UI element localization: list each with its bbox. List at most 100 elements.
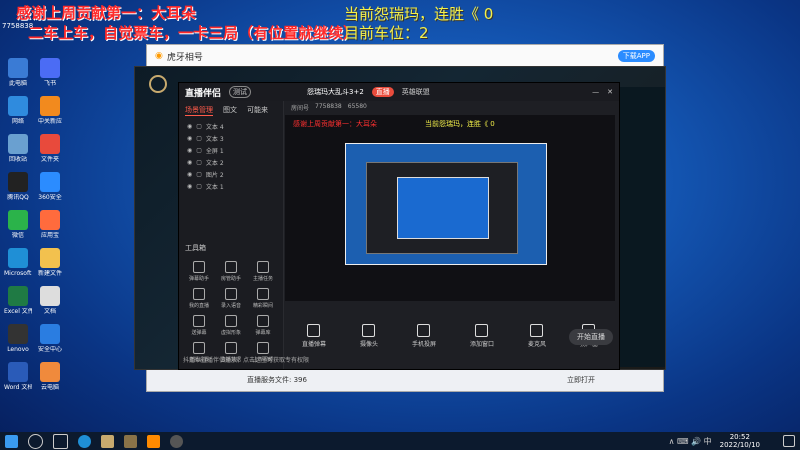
app-icon <box>8 172 28 192</box>
bottom-tool-button[interactable]: 麦克风 <box>528 324 546 348</box>
layer-label: 文本 3 <box>205 135 224 143</box>
desktop-icon-label: 360安全 <box>38 194 62 201</box>
layer-item[interactable]: ◉ ▢ 图片 2 <box>179 168 283 180</box>
app-icon <box>8 248 28 268</box>
tool-button[interactable]: 录入语音 <box>215 288 247 309</box>
tool-button[interactable]: 主播任务 <box>247 261 279 282</box>
bottom-tool-button[interactable]: 手机投屏 <box>412 324 436 348</box>
app-icon <box>40 248 60 268</box>
category-tag[interactable]: 英雄联盟 <box>402 87 430 97</box>
tool-label: 弹幕库 <box>255 330 271 336</box>
bottom-tool-button[interactable]: 摄像头 <box>360 324 378 348</box>
tool-button[interactable]: 弹幕助手 <box>183 261 215 282</box>
eye-icon[interactable]: ◉ <box>187 135 192 142</box>
layer-label: 文本 1 <box>205 183 224 191</box>
minimize-icon[interactable]: — <box>592 88 599 96</box>
desktop-icon[interactable]: 360安全 <box>36 172 64 201</box>
desktop-icon[interactable]: 回收站 <box>4 134 32 163</box>
stream-preview[interactable]: 感谢上周贡献第一：大耳朵 当前怨瑞玛，连胜《 0 <box>285 115 615 301</box>
bottom-toolbar: 直播弹幕摄像头手机投屏添加窗口麦克风扬声器 <box>285 321 615 351</box>
browser-footer: 直播服务文件: 396 立即打开 <box>247 375 595 385</box>
layer-type-icon: ▢ <box>196 158 202 166</box>
desktop-icon[interactable]: 文件夹 <box>36 134 64 163</box>
thanks-banner: 感谢上周贡献第一：大耳朵 <box>16 4 197 22</box>
task-view-icon[interactable] <box>53 433 68 449</box>
tool-icon <box>257 288 269 300</box>
desktop-icon-label: Lenovo <box>7 346 29 353</box>
start-live-button[interactable]: 开始直播 <box>569 329 613 345</box>
tool-button[interactable]: 房管助手 <box>215 261 247 282</box>
desktop-icon[interactable]: 云电脑 <box>36 362 64 391</box>
desktop-icon[interactable]: Excel 文件 <box>4 286 32 315</box>
eye-icon[interactable]: ◉ <box>187 123 192 130</box>
room-label: 房间号 <box>291 105 310 112</box>
sidebar-tab[interactable]: 可能来 <box>247 105 268 116</box>
desktop-icon[interactable]: 安全中心 <box>36 324 64 353</box>
streak-banner: 当前怨瑞玛，连胜《 0 <box>344 5 494 23</box>
tool-icon <box>225 315 237 327</box>
desktop-icon[interactable]: 文档 <box>36 286 64 315</box>
desktop-icon[interactable]: Microsoft Edge <box>4 248 32 277</box>
streaming-app-icon[interactable] <box>147 434 160 448</box>
notice-bar[interactable]: 抖播以直播伴侣播放，点击这里可获取专有权限 <box>183 355 309 364</box>
eye-icon[interactable]: ◉ <box>187 147 192 154</box>
streaming-app-window[interactable]: 直播伴侣 测试 怨瑞玛大乱斗3+2 直播 英雄联盟 — ✕ 房间号 775883… <box>178 82 620 370</box>
desktop-icon-label: 云电脑 <box>40 384 59 391</box>
tool-button[interactable]: 精彩瞬间 <box>247 288 279 309</box>
layer-item[interactable]: ◉ ▢ 文本 3 <box>179 132 283 144</box>
eye-icon[interactable]: ◉ <box>187 183 192 190</box>
tool-button[interactable]: 弹幕库 <box>247 315 279 336</box>
bottom-tool-button[interactable]: 添加窗口 <box>470 324 494 348</box>
notification-icon[interactable] <box>783 435 795 447</box>
app-icon <box>8 134 28 154</box>
desktop-icon[interactable]: 此电脑 <box>4 58 32 87</box>
desktop-icon[interactable]: 新建文件 <box>36 248 64 277</box>
desktop-icon-label: 安全中心 <box>37 346 62 353</box>
browser-icon[interactable] <box>170 434 183 448</box>
desktop-icon[interactable]: 中关新应 <box>36 96 64 125</box>
tray-icons[interactable]: ∧ ⌨ 🔊 中 <box>669 436 712 447</box>
close-icon[interactable]: ✕ <box>607 88 613 96</box>
tool-button[interactable]: 虚拟形象 <box>215 315 247 336</box>
eye-icon[interactable]: ◉ <box>187 171 192 178</box>
desktop-icon-label: 应用宝 <box>40 232 59 239</box>
desktop-icon[interactable]: 微信 <box>4 210 32 239</box>
edge-icon[interactable] <box>78 434 91 448</box>
tool-button[interactable]: 我的直播 <box>183 288 215 309</box>
desktop-icon[interactable]: 应用宝 <box>36 210 64 239</box>
download-app-button[interactable]: 下载APP <box>617 50 655 62</box>
desktop-icon[interactable]: Lenovo <box>4 324 32 353</box>
rule-banner: 二车上车，自觉票车，一卡三局（有位置就继续） <box>28 24 359 42</box>
sidebar-tab[interactable]: 场景管理 <box>185 105 213 116</box>
clock-time: 20:52 <box>729 433 750 441</box>
open-now-button[interactable]: 立即打开 <box>567 375 595 385</box>
league-icon[interactable] <box>101 434 114 448</box>
taskbar: ∧ ⌨ 🔊 中 20:52 2022/10/10 <box>0 432 800 450</box>
layer-item[interactable]: ◉ ▢ 全屏 1 <box>179 144 283 156</box>
desktop-icon-label: Excel 文件 <box>4 308 32 315</box>
search-icon[interactable] <box>28 433 43 449</box>
tools-title: 工具箱 <box>185 244 206 252</box>
layer-type-icon: ▢ <box>196 134 202 142</box>
layer-item[interactable]: ◉ ▢ 文本 4 <box>179 120 283 132</box>
bottom-tool-button[interactable]: 直播弹幕 <box>302 324 326 348</box>
layer-item[interactable]: ◉ ▢ 文本 2 <box>179 156 283 168</box>
stream-title: 怨瑞玛大乱斗3+2 <box>307 88 364 96</box>
eye-icon[interactable]: ◉ <box>187 159 192 166</box>
layer-item[interactable]: ◉ ▢ 文本 1 <box>179 180 283 192</box>
tool-label: 房管助手 <box>220 276 241 282</box>
desktop-icon[interactable]: Word 文档 <box>4 362 32 391</box>
desktop-icon[interactable]: 网络 <box>4 96 32 125</box>
desktop-icon[interactable]: 飞书 <box>36 58 64 87</box>
clock[interactable]: 20:52 2022/10/10 <box>720 433 760 449</box>
bottom-tool-icon <box>307 324 321 337</box>
app-icon <box>8 362 28 382</box>
sidebar-tab[interactable]: 图文 <box>223 105 237 116</box>
windows-start-icon[interactable] <box>5 434 18 448</box>
bottom-tool-label: 添加窗口 <box>469 341 494 348</box>
tool-button[interactable]: 送弹幕 <box>183 315 215 336</box>
bottom-tool-label: 手机投屏 <box>411 341 436 348</box>
tool-label: 主播任务 <box>252 276 273 282</box>
league-client-icon[interactable] <box>124 434 137 448</box>
desktop-icon[interactable]: 腾讯QQ <box>4 172 32 201</box>
